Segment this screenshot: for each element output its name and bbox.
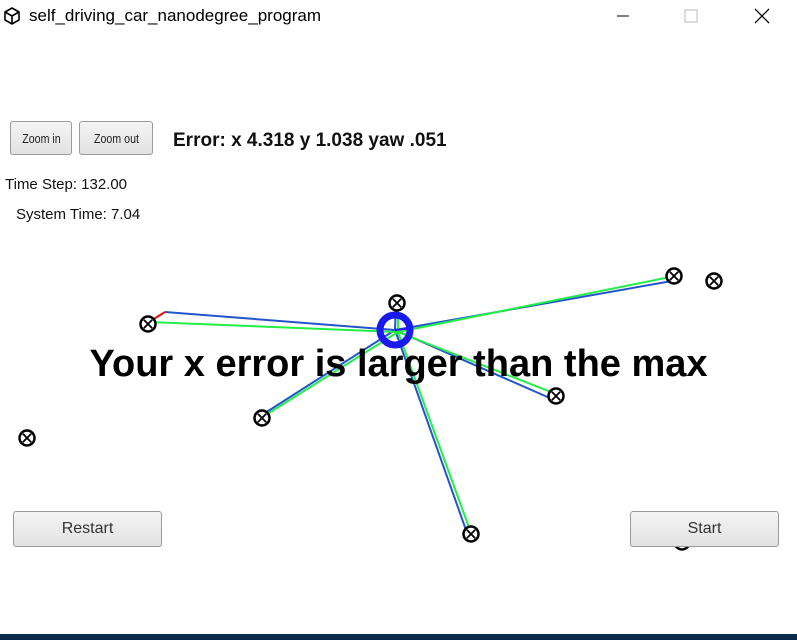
error-message: Your x error is larger than the max — [89, 343, 708, 385]
zoom-out-label: Zoom out — [93, 130, 139, 146]
restart-label: Restart — [61, 520, 114, 537]
start-label: Start — [687, 520, 722, 537]
zoom-in-label: Zoom in — [21, 130, 61, 146]
start-button[interactable]: Start — [630, 511, 779, 547]
landmark-marker — [388, 294, 406, 312]
error-readout: Error: x 4.318 y 1.038 yaw .051 — [173, 130, 447, 151]
association-segments — [148, 299, 472, 534]
landmark-marker — [705, 272, 723, 290]
zoom-out-button[interactable]: Zoom out — [79, 121, 153, 155]
restart-button[interactable]: Restart — [13, 511, 162, 547]
observation-lines — [164, 280, 673, 531]
landmark-marker — [462, 525, 480, 543]
landmark-marker — [139, 315, 157, 333]
time-step-label: Time Step: 132.00 — [5, 176, 128, 193]
landmark-marker — [547, 387, 565, 405]
zoom-in-button[interactable]: Zoom in — [10, 121, 72, 155]
landmark-marker — [253, 409, 271, 427]
landmark-marker — [665, 267, 683, 285]
prediction-lines — [148, 275, 676, 534]
landmarks — [18, 267, 723, 551]
system-time-label: System Time: 7.04 — [16, 206, 141, 223]
taskbar-edge — [0, 634, 797, 640]
landmark-marker — [18, 429, 36, 447]
